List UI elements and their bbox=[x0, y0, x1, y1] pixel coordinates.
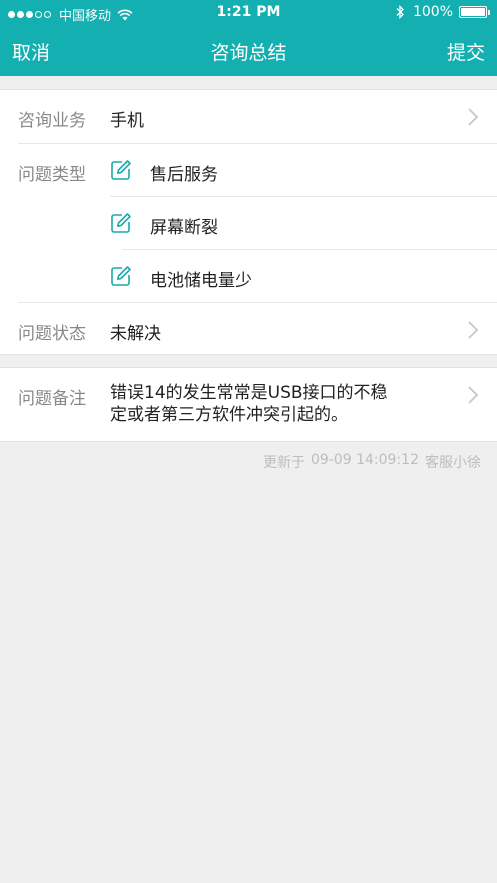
edit-icon[interactable] bbox=[110, 159, 132, 181]
issue-item-text: 屏幕断裂 bbox=[150, 218, 218, 238]
issue-item-3[interactable]: 电池储电量少 bbox=[110, 250, 490, 303]
status-row[interactable]: 问题状态 未解决 bbox=[0, 303, 497, 356]
issue-type-label: 问题类型 bbox=[18, 165, 86, 185]
status-right: 100% bbox=[395, 4, 490, 20]
note-line-1: 错误14的发生常常是USB接口的不稳 bbox=[110, 383, 388, 403]
updated-agent: 客服小徐 bbox=[425, 455, 481, 471]
edit-icon[interactable] bbox=[110, 212, 132, 234]
note-card: 问题备注 错误14的发生常常是USB接口的不稳 定或者第三方软件冲突引起的。 bbox=[0, 367, 497, 442]
status-bar: 中国移动 1:21 PM 100% bbox=[0, 0, 497, 26]
chevron-right-icon bbox=[468, 108, 479, 126]
cancel-button[interactable]: 取消 bbox=[12, 38, 50, 65]
updated-info: 更新于 09-09 14:09:12 客服小徐 bbox=[263, 452, 481, 472]
issue-item-2[interactable]: 屏幕断裂 bbox=[110, 197, 490, 250]
status-value: 未解决 bbox=[110, 324, 161, 344]
updated-prefix: 更新于 bbox=[262, 455, 305, 471]
note-line-2: 定或者第三方软件冲突引起的。 bbox=[110, 405, 348, 425]
note-text: 错误14的发生常常是USB接口的不稳 定或者第三方软件冲突引起的。 bbox=[110, 382, 430, 426]
note-row[interactable]: 问题备注 错误14的发生常常是USB接口的不稳 定或者第三方软件冲突引起的。 bbox=[0, 368, 497, 443]
consultation-card: 咨询业务 手机 问题类型 售后服务 屏幕断裂 电池储电量少 问题状态 未解决 bbox=[0, 89, 497, 355]
business-value: 手机 bbox=[110, 111, 144, 131]
bluetooth-icon bbox=[396, 5, 404, 19]
page-title: 咨询总结 bbox=[210, 42, 287, 64]
chevron-right-icon bbox=[468, 386, 479, 404]
battery-percent: 100% bbox=[412, 4, 453, 20]
battery-level bbox=[461, 8, 485, 16]
chevron-right-icon bbox=[468, 321, 479, 339]
edit-icon[interactable] bbox=[110, 265, 132, 287]
status-label: 问题状态 bbox=[18, 324, 86, 344]
note-label: 问题备注 bbox=[18, 389, 86, 409]
battery-icon bbox=[459, 6, 490, 18]
business-row[interactable]: 咨询业务 手机 bbox=[0, 90, 497, 143]
submit-button[interactable]: 提交 bbox=[447, 38, 485, 65]
issue-item-1[interactable]: 售后服务 bbox=[110, 144, 490, 197]
issue-item-text: 售后服务 bbox=[150, 165, 218, 185]
updated-datetime: 09-09 14:09:12 bbox=[310, 452, 419, 468]
business-label: 咨询业务 bbox=[18, 111, 86, 131]
issue-item-text: 电池储电量少 bbox=[150, 271, 252, 291]
app-header: 中国移动 1:21 PM 100% 取消 咨询总结 提交 bbox=[0, 0, 497, 76]
